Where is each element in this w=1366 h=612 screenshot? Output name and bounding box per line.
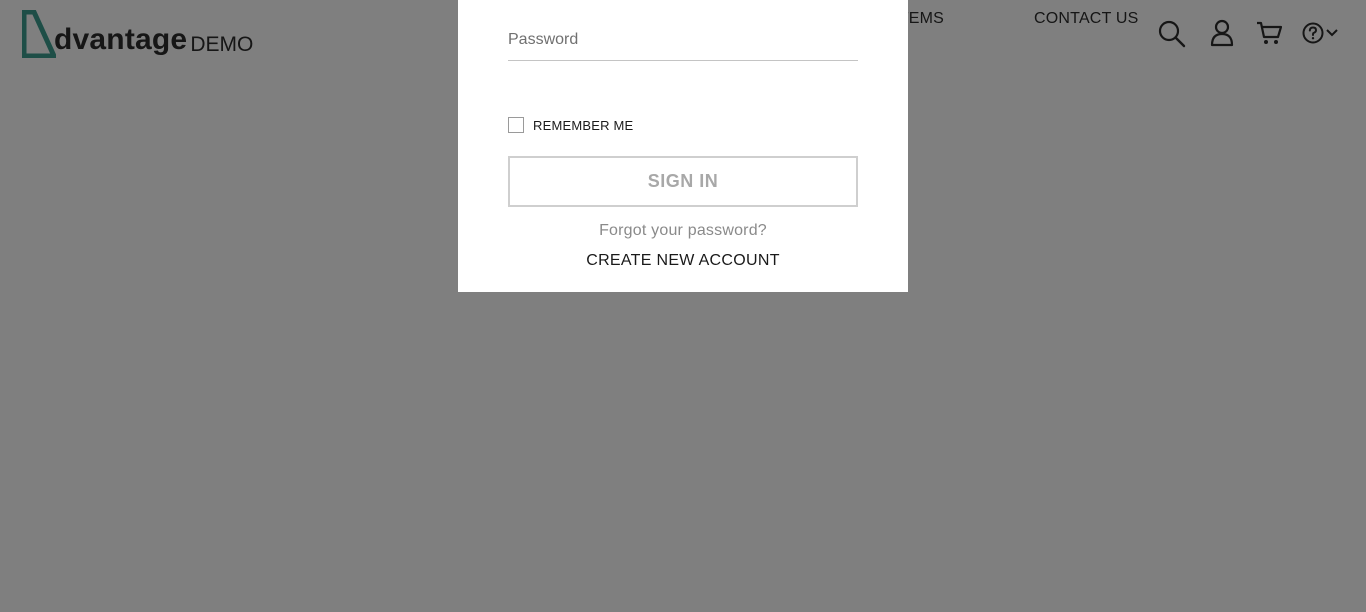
sign-in-button[interactable]: SIGN IN: [508, 156, 858, 207]
remember-me[interactable]: REMEMBER ME: [508, 117, 633, 133]
password-field[interactable]: [508, 28, 858, 61]
login-modal: REMEMBER ME SIGN IN Forgot your password…: [458, 0, 908, 292]
forgot-password-link[interactable]: Forgot your password?: [458, 222, 908, 240]
remember-me-checkbox[interactable]: [508, 117, 524, 133]
remember-me-label: REMEMBER ME: [533, 117, 634, 133]
create-account-link[interactable]: CREATE NEW ACCOUNT: [458, 252, 908, 270]
